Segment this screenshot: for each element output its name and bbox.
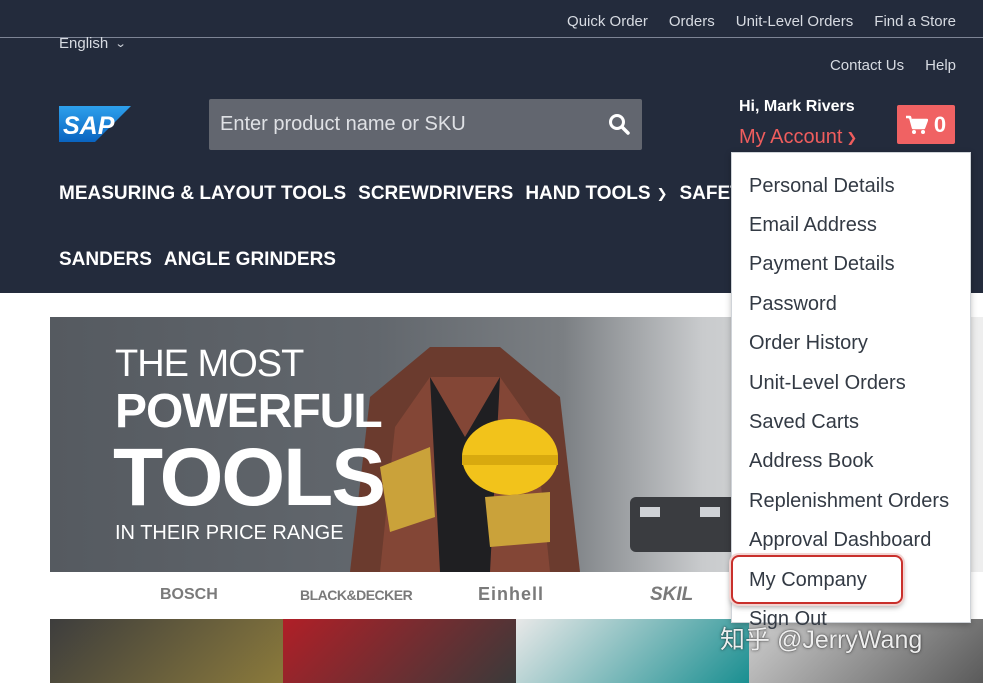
menu-saved-carts[interactable]: Saved Carts bbox=[749, 411, 859, 434]
tile-power-tools[interactable] bbox=[516, 619, 749, 683]
search-input[interactable] bbox=[209, 99, 589, 150]
contact-us-link[interactable]: Contact Us bbox=[830, 57, 904, 74]
category-nav: MEASURING & LAYOUT TOOLS SCREWDRIVERS HA… bbox=[59, 183, 754, 205]
menu-unit-level-orders[interactable]: Unit-Level Orders bbox=[749, 372, 906, 395]
cart-icon bbox=[905, 115, 928, 134]
language-label: English bbox=[59, 35, 109, 52]
my-account-toggle[interactable]: My Account ❯ bbox=[739, 126, 857, 149]
orders-link[interactable]: Orders bbox=[669, 13, 715, 30]
menu-password[interactable]: Password bbox=[749, 293, 837, 316]
menu-order-history[interactable]: Order History bbox=[749, 332, 868, 355]
chevron-down-icon: ❯ bbox=[846, 129, 858, 145]
menu-replenishment-orders[interactable]: Replenishment Orders bbox=[749, 490, 949, 513]
nav-hand-tools[interactable]: HAND TOOLS ❯ bbox=[525, 183, 667, 205]
my-company-highlight bbox=[731, 555, 903, 604]
my-account-label: My Account bbox=[739, 126, 843, 148]
quick-order-link[interactable]: Quick Order bbox=[567, 13, 648, 30]
user-greeting: Hi, Mark Rivers bbox=[739, 98, 855, 115]
tile-drills[interactable] bbox=[50, 619, 283, 683]
help-link[interactable]: Help bbox=[925, 57, 956, 74]
brand-black-decker[interactable]: BLACK&DECKER bbox=[300, 587, 413, 603]
tile-grinders[interactable] bbox=[283, 619, 516, 683]
divider bbox=[0, 37, 983, 38]
menu-payment-details[interactable]: Payment Details bbox=[749, 253, 895, 276]
menu-email-address[interactable]: Email Address bbox=[749, 214, 877, 237]
utility-nav: Quick Order Orders Unit-Level Orders Fin… bbox=[567, 13, 956, 30]
chevron-down-icon: ⌄ bbox=[114, 38, 127, 50]
help-nav: Contact Us Help bbox=[830, 57, 956, 74]
menu-approval-dashboard[interactable]: Approval Dashboard bbox=[749, 529, 931, 552]
sap-logo[interactable]: SAP bbox=[59, 106, 131, 142]
menu-personal-details[interactable]: Personal Details bbox=[749, 175, 895, 198]
watermark: 知乎 @JerryWang bbox=[720, 626, 923, 654]
nav-angle-grinders[interactable]: ANGLE GRINDERS bbox=[164, 249, 336, 271]
unit-level-orders-link[interactable]: Unit-Level Orders bbox=[736, 13, 854, 30]
brand-strip: BOSCH BLACK&DECKER Einhell SKIL bbox=[50, 572, 750, 619]
banner-line-3: TOOLS bbox=[113, 432, 386, 523]
nav-hand-tools-label: HAND TOOLS bbox=[525, 183, 651, 204]
brand-einhell[interactable]: Einhell bbox=[478, 584, 544, 605]
svg-text:SAP: SAP bbox=[63, 112, 115, 140]
brand-bosch[interactable]: BOSCH bbox=[160, 586, 218, 604]
cart-count: 0 bbox=[933, 111, 947, 137]
chevron-down-icon: ❯ bbox=[656, 186, 668, 201]
search-bar bbox=[209, 99, 642, 150]
nav-sanders[interactable]: SANDERS bbox=[59, 249, 152, 271]
banner-line-1: THE MOST bbox=[115, 343, 304, 385]
nav-measuring-layout-tools[interactable]: MEASURING & LAYOUT TOOLS bbox=[59, 183, 346, 205]
category-nav-row2: SANDERS ANGLE GRINDERS bbox=[59, 249, 336, 271]
account-dropdown-menu: Personal Details Email Address Payment D… bbox=[731, 152, 971, 630]
banner-line-4: IN THEIR PRICE RANGE bbox=[115, 522, 344, 544]
language-selector[interactable]: English ⌄ bbox=[59, 35, 127, 52]
nav-screwdrivers[interactable]: SCREWDRIVERS bbox=[358, 183, 513, 205]
brand-skil[interactable]: SKIL bbox=[650, 584, 693, 606]
find-a-store-link[interactable]: Find a Store bbox=[874, 13, 956, 30]
menu-address-book[interactable]: Address Book bbox=[749, 450, 874, 473]
cart-button[interactable]: 0 bbox=[897, 105, 955, 144]
search-icon[interactable] bbox=[608, 113, 630, 135]
